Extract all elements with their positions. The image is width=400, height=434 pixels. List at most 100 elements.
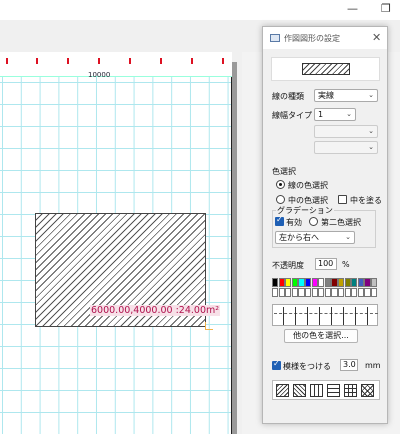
hatch-size-value: 3.0 xyxy=(343,360,356,369)
color-swatch[interactable] xyxy=(331,278,338,287)
hatch-label[interactable]: 模様をつける xyxy=(283,361,331,372)
page-shadow xyxy=(232,62,237,434)
color-swatch[interactable] xyxy=(371,288,378,297)
line-color-radio-label[interactable]: 線の色選択 xyxy=(288,180,328,191)
dialog-title: 作図図形の設定 xyxy=(284,34,340,43)
second-color-label[interactable]: 第二色選択 xyxy=(321,217,361,228)
color-swatch[interactable] xyxy=(371,278,378,287)
gradation-label: グラデーション xyxy=(276,205,334,216)
gradation-direction-value: 左から右へ xyxy=(279,233,319,242)
color-swatch[interactable] xyxy=(318,288,325,297)
other-colors-button[interactable]: 他の色を選択... xyxy=(284,329,358,343)
line-style-swatch[interactable] xyxy=(295,307,296,325)
color-swatch[interactable] xyxy=(272,288,279,297)
chevron-down-icon: ⌄ xyxy=(368,143,374,151)
ruler-tick xyxy=(67,58,69,64)
line-style-swatch[interactable] xyxy=(331,307,332,325)
color-swatch[interactable] xyxy=(285,278,292,287)
color-swatch[interactable] xyxy=(357,288,365,297)
gradation-direction-select[interactable]: 左から右へ ⌄ xyxy=(275,231,355,244)
disabled-select-1: ⌄ xyxy=(314,125,378,138)
cursor-corner-mark xyxy=(205,322,213,330)
shape-settings-dialog: 作図図形の設定 ✕ 線の種類 実線 ⌄ 線幅タイプ 1 ⌄ ⌄ ⌄ 色選択 線の… xyxy=(262,26,388,424)
preview-hatch xyxy=(302,63,350,75)
color-swatch[interactable] xyxy=(318,278,325,287)
restore-button[interactable]: ❐ xyxy=(381,2,391,15)
inner-color-radio[interactable] xyxy=(276,195,285,204)
drawing-canvas[interactable]: 10000 6000.00,4000.00 :24.00m² xyxy=(0,52,242,434)
line-style-swatch[interactable] xyxy=(319,307,320,325)
style-preview xyxy=(271,57,380,81)
line-style-swatch[interactable] xyxy=(355,307,356,325)
color-swatch[interactable] xyxy=(278,278,285,287)
color-swatch[interactable] xyxy=(357,278,365,287)
ruler-tick xyxy=(129,58,131,64)
color-swatch[interactable] xyxy=(364,288,371,297)
line-color-radio[interactable] xyxy=(276,180,285,189)
diagonal-hatch-pattern[interactable] xyxy=(276,384,289,397)
color-swatch[interactable] xyxy=(324,288,332,297)
cross-hatch-pattern[interactable] xyxy=(361,384,374,397)
color-swatch[interactable] xyxy=(344,278,351,287)
window-icon xyxy=(270,34,280,42)
horizontal-ruler: 10000 xyxy=(0,52,232,79)
color-swatch[interactable] xyxy=(298,278,305,287)
close-button[interactable]: ✕ xyxy=(372,31,381,44)
color-swatch[interactable] xyxy=(278,288,285,297)
hatch-checkbox[interactable] xyxy=(272,359,281,370)
hatch-size-input[interactable]: 3.0 xyxy=(340,359,358,371)
line-width-value: 1 xyxy=(318,110,324,119)
color-swatch[interactable] xyxy=(305,288,312,297)
ruler-tick xyxy=(160,58,162,64)
gradation-enabled-label[interactable]: 有効 xyxy=(286,217,302,228)
color-swatch[interactable] xyxy=(364,278,371,287)
color-swatch[interactable] xyxy=(338,278,345,287)
reverse-diagonal-pattern[interactable] xyxy=(293,384,306,397)
ruler-tick xyxy=(36,58,38,64)
line-style-swatch[interactable] xyxy=(367,307,368,325)
grid-pattern[interactable] xyxy=(344,384,357,397)
line-style-swatches[interactable] xyxy=(272,304,378,326)
color-swatch[interactable] xyxy=(272,278,279,287)
color-swatch[interactable] xyxy=(344,288,351,297)
color-swatch[interactable] xyxy=(351,278,358,287)
ruler-tick xyxy=(222,58,224,64)
line-style-swatch[interactable] xyxy=(283,307,284,325)
color-swatch[interactable] xyxy=(338,288,345,297)
hatch-unit: mm xyxy=(365,361,381,370)
color-palette[interactable] xyxy=(272,278,378,298)
color-swatch[interactable] xyxy=(285,288,292,297)
second-color-radio[interactable] xyxy=(309,217,318,226)
fill-inside-checkbox[interactable] xyxy=(338,195,347,204)
horizontal-lines-pattern[interactable] xyxy=(327,384,340,397)
color-swatch[interactable] xyxy=(351,288,358,297)
color-section-label: 色選択 xyxy=(272,167,296,176)
gradation-enabled-checkbox[interactable] xyxy=(275,215,284,226)
color-swatch[interactable] xyxy=(291,278,299,287)
color-swatch[interactable] xyxy=(311,278,318,287)
hatch-pattern-picker[interactable] xyxy=(272,380,380,400)
opacity-input[interactable]: 100 xyxy=(315,258,337,270)
line-style-swatch[interactable] xyxy=(307,307,308,325)
color-swatch[interactable] xyxy=(298,288,305,297)
ruler-tick xyxy=(98,58,100,64)
color-swatch[interactable] xyxy=(311,288,318,297)
vertical-lines-pattern[interactable] xyxy=(310,384,323,397)
minimize-button[interactable]: — xyxy=(347,2,358,15)
fill-inside-label[interactable]: 中を塗る xyxy=(350,195,382,206)
opacity-unit: % xyxy=(342,260,350,269)
app-root: — ❐ 10000 6000.00,4000.00 :24.00m² 作図図形の… xyxy=(0,0,400,434)
chevron-down-icon: ⌄ xyxy=(368,127,374,135)
opacity-value: 100 xyxy=(318,259,334,268)
dialog-titlebar[interactable]: 作図図形の設定 ✕ xyxy=(263,27,387,49)
line-type-select[interactable]: 実線 ⌄ xyxy=(314,89,378,102)
color-swatch[interactable] xyxy=(324,278,332,287)
color-swatch[interactable] xyxy=(291,288,299,297)
line-style-swatch[interactable] xyxy=(343,307,344,325)
chevron-down-icon: ⌄ xyxy=(346,110,352,118)
ruler-label: 10000 xyxy=(88,71,111,79)
line-type-label: 線の種類 xyxy=(272,92,304,101)
color-swatch[interactable] xyxy=(305,278,312,287)
line-width-select[interactable]: 1 ⌄ xyxy=(314,108,356,121)
color-swatch[interactable] xyxy=(331,288,338,297)
